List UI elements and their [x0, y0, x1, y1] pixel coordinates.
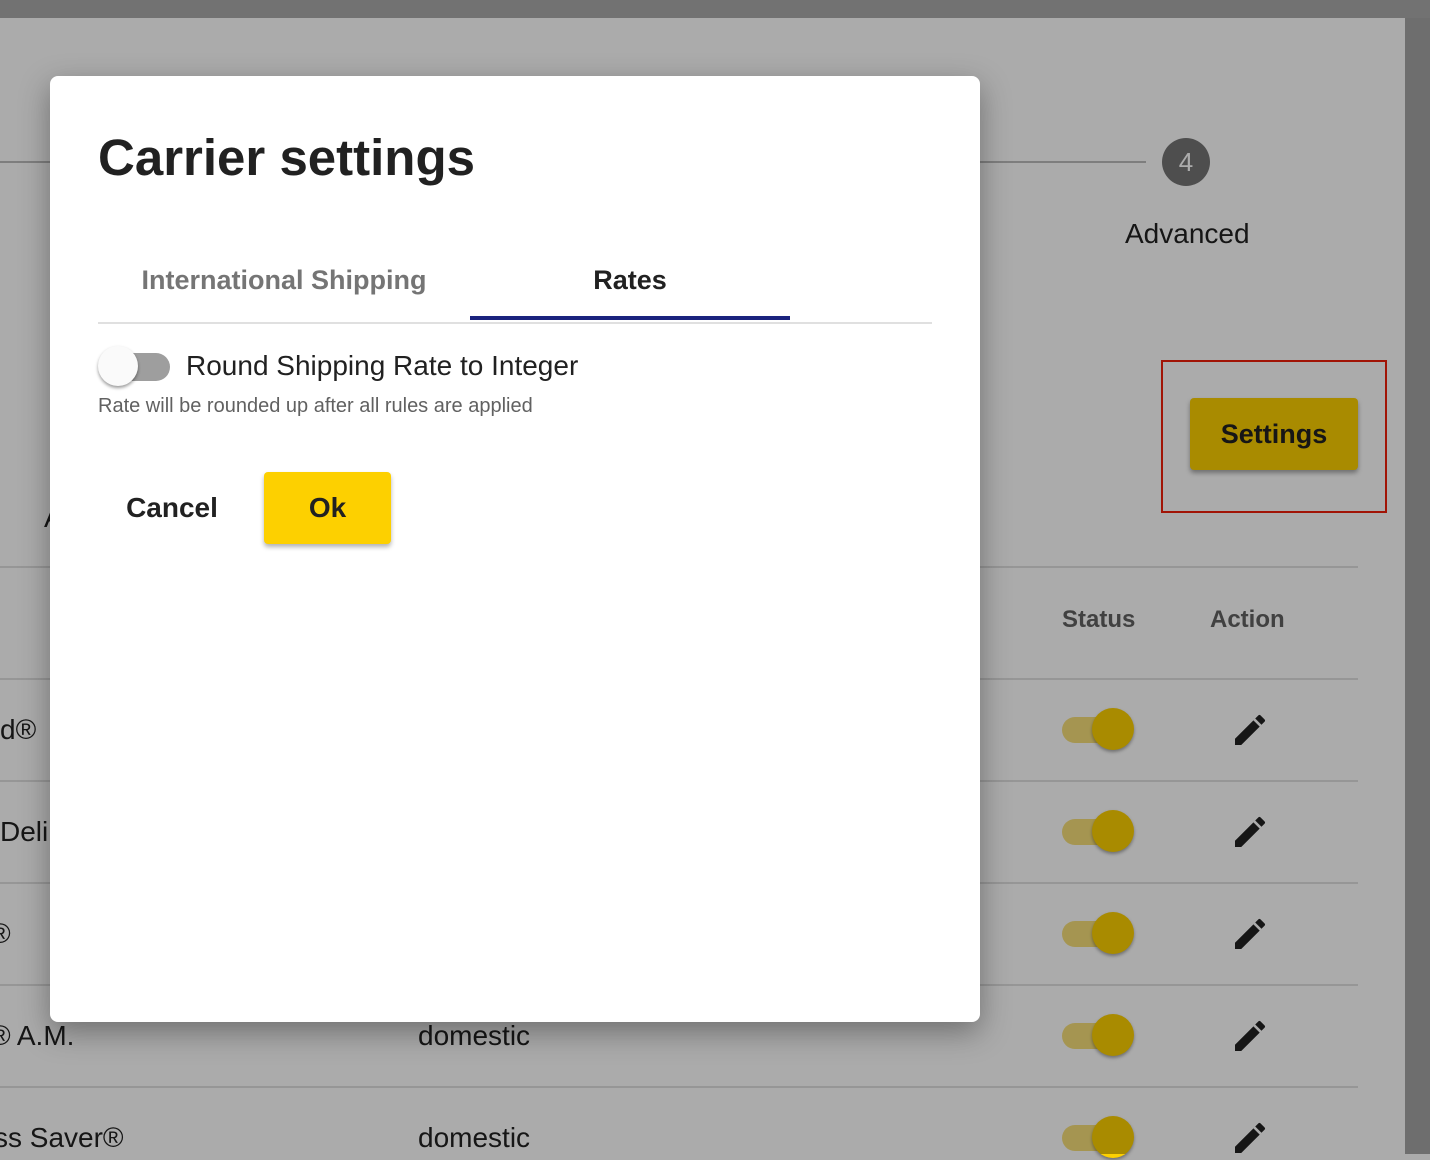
tab-rates[interactable]: Rates — [470, 240, 790, 320]
round-rate-label[interactable]: Round Shipping Rate to Integer — [186, 350, 578, 382]
cancel-button[interactable]: Cancel — [114, 472, 230, 544]
active-tab-indicator — [470, 316, 790, 320]
dialog-title: Carrier settings — [98, 129, 475, 186]
tab-international-shipping[interactable]: International Shipping — [98, 240, 470, 320]
round-rate-hint: Rate will be rounded up after all rules … — [98, 395, 533, 417]
carrier-settings-dialog: Carrier settings International Shipping … — [50, 76, 980, 1022]
round-rate-toggle[interactable] — [98, 346, 172, 388]
ok-button[interactable]: Ok — [264, 472, 391, 544]
dialog-tabs: International Shipping Rates — [98, 240, 932, 324]
